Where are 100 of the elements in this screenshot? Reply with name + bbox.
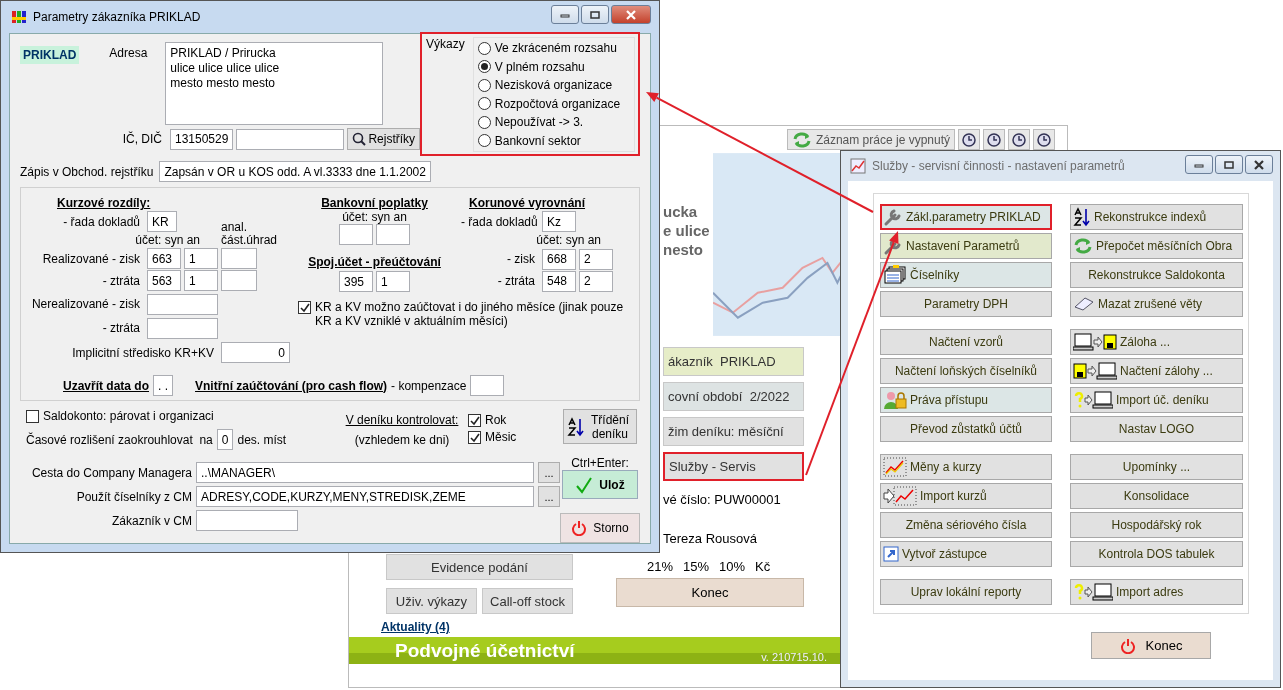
menu-button[interactable]: Import úč. deníku [1070, 387, 1243, 413]
browse-button[interactable]: ... [538, 462, 560, 483]
menu-button[interactable]: Záloha ... [1070, 329, 1243, 355]
toolbar-button[interactable] [958, 129, 980, 150]
check-icon [469, 432, 480, 443]
text-field[interactable]: Zapsán v OR u KOS odd. A vl.3333 dne 1.1.2002 [159, 161, 431, 182]
checkbox[interactable] [26, 410, 39, 423]
cancel-button[interactable]: Storno [560, 513, 640, 543]
text-field[interactable]: 668 [542, 248, 576, 270]
menu-button[interactable]: Call-off stock [482, 588, 573, 614]
checkbox-option[interactable]: KR a KV možno zaúčtovat i do jiného měsíce (jinak pouze KR a KV vzniklé v aktuálním měsíci) [298, 300, 633, 328]
menu-button[interactable]: Parametry DPH [880, 291, 1052, 317]
menu-button[interactable]: Upomínky ... [1070, 454, 1243, 480]
menu-button[interactable]: covní období 2/2022 [663, 382, 804, 411]
radio-option[interactable]: Nezisková organizace [477, 77, 630, 94]
text-field[interactable]: 663 [147, 248, 181, 269]
text-field[interactable]: 1 [184, 270, 218, 291]
text-field[interactable] [339, 224, 373, 245]
address-field[interactable]: PRIKLAD / Prirucka ulice ulice ulice ulice mesto mesto mesto [165, 42, 384, 125]
menu-button[interactable]: Nastav LOGO [1070, 416, 1243, 442]
menu-button[interactable]: Služby - Servis [663, 452, 804, 481]
text-field[interactable] [376, 224, 410, 245]
save-button[interactable]: Ulož [562, 470, 638, 499]
radio-option[interactable]: V plném rozsahu [477, 58, 630, 75]
text-field[interactable]: 2 [579, 248, 613, 270]
news-link[interactable]: Aktuality (4) [381, 620, 450, 634]
menu-button[interactable]: Přepočet měsíčních Obra [1070, 233, 1243, 259]
exit-button[interactable]: Konec [616, 578, 804, 607]
exit-button[interactable]: Konec [1091, 632, 1211, 659]
menu-button[interactable]: Uprav lokální reporty [880, 579, 1052, 605]
registers-button[interactable]: Rejstříky [347, 128, 421, 150]
checkbox[interactable] [468, 431, 481, 444]
text-field[interactable]: 548 [542, 270, 576, 292]
menu-button[interactable]: Import adres [1070, 579, 1243, 605]
checkbox-option[interactable]: Rok [468, 413, 517, 427]
menu-button[interactable]: Nastavení Parametrů [880, 233, 1052, 259]
label: - řada dokladů [461, 214, 535, 229]
sort-button[interactable]: Třídění deníku [563, 409, 637, 444]
close-button[interactable] [1245, 155, 1273, 174]
text-field[interactable]: 1 [184, 248, 218, 269]
menu-button[interactable]: Mazat zrušené věty [1070, 291, 1243, 317]
checkbox-option[interactable]: Měsic [468, 430, 517, 444]
text-field[interactable] [221, 248, 257, 269]
menu-button[interactable]: Hospodářský rok [1070, 512, 1243, 538]
toolbar-button[interactable] [1008, 129, 1030, 150]
text-field[interactable]: ..\MANAGER\ [196, 462, 534, 483]
menu-button[interactable]: Zákl.parametry PRIKLAD [880, 204, 1052, 230]
menu-button[interactable]: Konsolidace [1070, 483, 1243, 509]
minimize-button[interactable] [551, 5, 579, 24]
checkbox[interactable] [298, 301, 311, 314]
maximize-button[interactable] [1215, 155, 1243, 174]
number-field[interactable]: 0 [216, 429, 234, 450]
checkbox[interactable] [468, 414, 481, 427]
menu-button[interactable]: Načtení vzorů [880, 329, 1052, 355]
checkbox-option[interactable]: Saldokonto: párovat i organizaci [26, 409, 342, 423]
close-button[interactable] [611, 5, 651, 24]
menu-button[interactable]: Rekonstrukce Saldokonta [1070, 262, 1243, 288]
text-field[interactable]: 563 [147, 270, 181, 291]
menu-button[interactable]: Měny a kurzy [880, 454, 1052, 480]
radio-option[interactable]: Nepoužívat -> 3. [477, 114, 630, 131]
maximize-button[interactable] [581, 5, 609, 24]
menu-button[interactable]: Práva přístupu [880, 387, 1052, 413]
menu-button[interactable]: žim deníku: měsíční [663, 417, 804, 446]
text-field[interactable]: 1 [376, 271, 410, 292]
toolbar-button[interactable] [1033, 129, 1055, 150]
radio-option[interactable]: Bankovní sektor [477, 132, 630, 149]
menu-button[interactable]: Změna sériového čísla [880, 512, 1052, 538]
menu-button[interactable]: Načtení zálohy ... [1070, 358, 1243, 384]
menu-button[interactable]: Načtení loňských číselníků [880, 358, 1052, 384]
text-field[interactable] [196, 510, 298, 531]
close-icon [625, 9, 637, 20]
status-button[interactable]: Záznam práce je vypnutý [786, 129, 955, 150]
radio-option[interactable]: Ve zkráceném rozsahu [477, 40, 630, 57]
text-field[interactable]: 0 [221, 342, 290, 363]
menu-button[interactable]: Číselníky [880, 262, 1052, 288]
text-field[interactable]: Kz [542, 211, 576, 233]
browse-button[interactable]: ... [538, 486, 560, 507]
menu-button[interactable]: Uživ. výkazy [386, 588, 477, 614]
menu-button[interactable]: Převod zůstatků účtů [880, 416, 1052, 442]
text-field[interactable] [147, 318, 218, 339]
radio-option[interactable]: Rozpočtová organizace [477, 95, 630, 112]
menu-button[interactable]: ákazník PRIKLAD [663, 347, 804, 376]
text-field[interactable]: KR [147, 211, 177, 232]
app-icon [11, 9, 27, 25]
text-field[interactable]: 13150529 [170, 128, 234, 150]
menu-button[interactable]: Import kurzů [880, 483, 1052, 509]
text-field[interactable] [221, 270, 257, 291]
text-field[interactable]: ADRESY,CODE,KURZY,MENY,STREDISK,ZEME [196, 486, 534, 507]
text-field[interactable] [470, 375, 505, 396]
toolbar-button[interactable] [983, 129, 1005, 150]
text-field[interactable] [147, 294, 218, 315]
records-button[interactable]: Evidence podání [386, 554, 573, 580]
text-field[interactable] [236, 128, 345, 150]
menu-button[interactable]: Rekonstrukce indexů [1070, 204, 1243, 230]
date-field[interactable]: . . [153, 375, 174, 396]
text-field[interactable]: 2 [579, 270, 613, 292]
menu-button[interactable]: Kontrola DOS tabulek [1070, 541, 1243, 567]
menu-button[interactable]: Vytvoř zástupce [880, 541, 1052, 567]
minimize-button[interactable] [1185, 155, 1213, 174]
text-field[interactable]: 395 [339, 271, 373, 292]
